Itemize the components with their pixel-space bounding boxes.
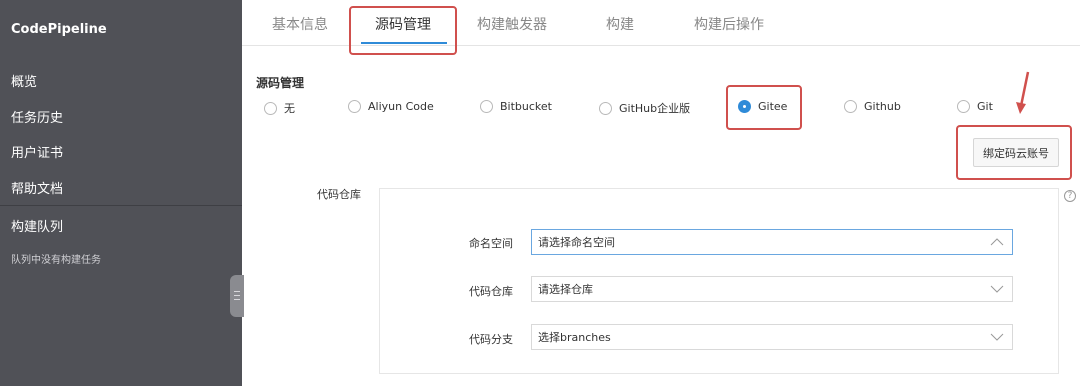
repository-label: 代码仓库 xyxy=(469,285,513,298)
tab-basic-info[interactable]: 基本信息 xyxy=(272,14,328,34)
radio-option-gitee[interactable]: Gitee xyxy=(738,100,787,113)
radio-label: GitHub企业版 xyxy=(619,102,691,115)
radio-label: 无 xyxy=(284,102,295,115)
radio-button[interactable] xyxy=(844,100,857,113)
radio-option-github-enterprise[interactable]: GitHub企业版 xyxy=(599,100,690,116)
radio-button[interactable] xyxy=(480,100,493,113)
branch-select-value: 选择branches xyxy=(538,331,611,344)
radio-button-checked[interactable] xyxy=(738,100,751,113)
chevron-up-icon xyxy=(990,238,1004,246)
sidebar: CodePipeline 概览 任务历史 用户证书 帮助文档 构建队列 队列中没… xyxy=(0,0,242,386)
radio-button[interactable] xyxy=(957,100,970,113)
sidebar-item-help-docs[interactable]: 帮助文档 xyxy=(11,178,63,197)
sidebar-item-task-history[interactable]: 任务历史 xyxy=(11,107,63,126)
app-root: CodePipeline 概览 任务历史 用户证书 帮助文档 构建队列 队列中没… xyxy=(0,0,1080,386)
sidebar-item-overview[interactable]: 概览 xyxy=(11,71,37,90)
radio-button[interactable] xyxy=(599,101,612,115)
radio-label: Aliyun Code xyxy=(368,100,434,113)
tab-post-build[interactable]: 构建后操作 xyxy=(694,14,764,34)
radio-label: Bitbucket xyxy=(500,100,552,113)
tab-build[interactable]: 构建 xyxy=(606,14,634,34)
source-section-label: 源码管理 xyxy=(256,76,305,90)
help-icon[interactable]: ? xyxy=(1064,190,1076,202)
repository-select[interactable]: 请选择仓库 xyxy=(531,276,1013,302)
chevron-down-icon xyxy=(990,333,1004,341)
radio-label: Github xyxy=(864,100,901,113)
tab-source-management[interactable]: 源码管理 xyxy=(375,14,431,34)
radio-label: Gitee xyxy=(758,100,788,113)
repository-select-value: 请选择仓库 xyxy=(538,283,593,296)
active-tab-indicator xyxy=(361,42,447,44)
namespace-label: 命名空间 xyxy=(469,237,513,250)
sidebar-collapse-handle[interactable] xyxy=(230,275,244,317)
sidebar-divider xyxy=(0,205,242,206)
radio-button[interactable] xyxy=(348,100,361,113)
red-arrow-icon xyxy=(1016,71,1030,114)
build-queue-empty-text: 队列中没有构建任务 xyxy=(11,255,101,266)
tab-bar: 基本信息 源码管理 构建触发器 构建 构建后操作 xyxy=(242,0,1080,46)
code-repo-label: 代码仓库 xyxy=(317,188,361,201)
radio-option-none[interactable]: 无 xyxy=(264,100,295,116)
build-queue-title: 构建队列 xyxy=(11,220,64,235)
sidebar-item-user-certificates[interactable]: 用户证书 xyxy=(11,142,63,161)
radio-option-git[interactable]: Git xyxy=(957,100,993,113)
radio-label: Git xyxy=(977,100,993,113)
branch-select[interactable]: 选择branches xyxy=(531,324,1013,350)
app-title: CodePipeline xyxy=(11,22,107,37)
branch-label: 代码分支 xyxy=(469,333,513,346)
radio-option-github[interactable]: Github xyxy=(844,100,901,113)
chevron-down-icon xyxy=(990,285,1004,293)
radio-option-bitbucket[interactable]: Bitbucket xyxy=(480,100,552,113)
namespace-select-value: 请选择命名空间 xyxy=(538,236,615,249)
namespace-select[interactable]: 请选择命名空间 xyxy=(531,229,1013,255)
radio-button[interactable] xyxy=(264,101,277,115)
radio-option-aliyun-code[interactable]: Aliyun Code xyxy=(348,100,434,113)
tab-build-triggers[interactable]: 构建触发器 xyxy=(477,14,547,34)
bind-gitee-account-button[interactable]: 绑定码云账号 xyxy=(973,138,1059,167)
